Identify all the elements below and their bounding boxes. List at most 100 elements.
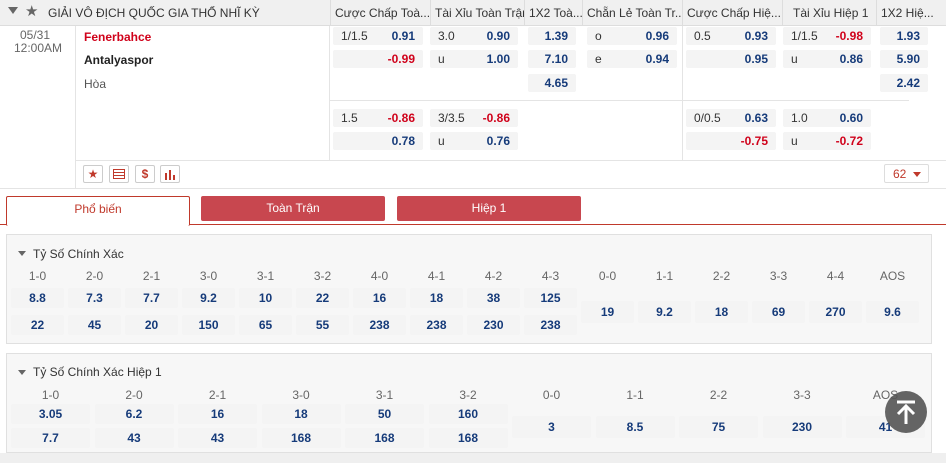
col-header-oe-ft: Chẵn Lẻ Toàn Tr... [582, 0, 682, 26]
score-header: 2-0 [125, 388, 143, 402]
odds-h1-hdp-home[interactable]: 0.5 0.93 [686, 27, 776, 45]
score-odds-cell[interactable]: 150 [182, 315, 235, 335]
home-team[interactable]: Fenerbahce [84, 30, 151, 44]
collapse-icon[interactable] [8, 7, 18, 14]
odds-hdp-home[interactable]: 1/1.5 0.91 [333, 27, 423, 45]
score-odds-cell[interactable]: 238 [410, 315, 463, 335]
score-odds-cell[interactable]: 19 [581, 301, 634, 323]
odds-hdp2-away[interactable]: 0.78 [333, 132, 423, 150]
score-odds-cell[interactable]: 8.8 [11, 288, 64, 308]
odds-h1-1x2-away[interactable]: 5.90 [880, 50, 928, 68]
score-odds-cell[interactable]: 18 [695, 301, 748, 323]
tab-first-half[interactable]: Hiệp 1 [397, 196, 581, 221]
score-odds-cell[interactable]: 6.2 [94, 404, 174, 424]
score-odds-cell[interactable]: 22 [296, 288, 349, 308]
score-odds-cell[interactable]: 10 [239, 288, 292, 308]
more-markets-count: 62 [893, 167, 907, 181]
score-header: 3-2 [313, 269, 332, 283]
score-odds-cell[interactable]: 7.7 [11, 428, 90, 448]
score-header: AOS [879, 269, 906, 283]
match-time: 12:00AM [14, 41, 63, 55]
stats-bar-icon[interactable] [160, 165, 180, 183]
score-odds-cell[interactable]: 20 [125, 315, 178, 335]
score-odds-cell[interactable]: 3.05 [11, 404, 90, 424]
star-icon[interactable]: ★ [25, 3, 38, 21]
scoreboard-icon[interactable] [109, 165, 129, 183]
favorite-star-icon[interactable]: ★ [83, 165, 103, 183]
odds-ou2-under[interactable]: u 0.76 [430, 132, 518, 150]
score-odds-cell[interactable]: 230 [467, 315, 520, 335]
dollar-icon[interactable]: $ [135, 165, 155, 183]
odds-oe-odd[interactable]: o 0.96 [587, 27, 677, 45]
score-header: 3-3 [793, 388, 811, 402]
score-odds-cell[interactable]: 7.7 [125, 288, 178, 308]
odds-oe-even[interactable]: e 0.94 [587, 50, 677, 68]
odds-ou-under[interactable]: u 1.00 [430, 50, 518, 68]
score-odds-cell[interactable]: 3 [512, 416, 591, 438]
odds-ou2-over[interactable]: 3/3.5 -0.86 [430, 109, 518, 127]
horizontal-scrollbar[interactable] [0, 453, 946, 463]
score-odds-cell[interactable]: 16 [353, 288, 406, 308]
odds-h1-hdp2-home[interactable]: 0/0.5 0.63 [686, 109, 776, 127]
score-odds-cell[interactable]: 125 [524, 288, 577, 308]
away-team[interactable]: Antalyaspor [84, 53, 153, 67]
odds-1x2-draw[interactable]: 4.65 [528, 74, 576, 92]
odds-h1-ou-over[interactable]: 1/1.5 -0.98 [783, 27, 871, 45]
score-odds-cell[interactable]: 168 [261, 428, 341, 448]
col-header-ou-ft: Tài Xỉu Toàn Trận [430, 0, 524, 26]
score-odds-cell[interactable]: 238 [524, 315, 577, 335]
odds-hdp-away[interactable]: -0.99 [333, 50, 423, 68]
odds-h1-ou2-under[interactable]: u -0.72 [783, 132, 871, 150]
score-odds-cell[interactable]: 160 [428, 404, 508, 424]
odds-h1-hdp-away[interactable]: 0.95 [686, 50, 776, 68]
score-odds-cell[interactable]: 69 [752, 301, 805, 323]
col-header-hdp-h1: Cược Chấp Hiệ... [682, 0, 782, 26]
score-odds-cell[interactable]: 38 [467, 288, 520, 308]
more-markets-button[interactable]: 62 [884, 164, 929, 183]
tab-popular[interactable]: Phổ biến [6, 196, 190, 226]
score-odds-cell[interactable]: 238 [353, 315, 406, 335]
score-header: 1-1 [655, 269, 674, 283]
score-odds-cell[interactable]: 75 [679, 416, 758, 438]
score-header: 3-1 [256, 269, 275, 283]
score-odds-cell[interactable]: 22 [11, 315, 64, 335]
score-header: 4-4 [826, 269, 845, 283]
odds-h1-ou-under[interactable]: u 0.86 [783, 50, 871, 68]
scroll-top-button[interactable] [885, 391, 927, 433]
score-odds-cell[interactable]: 43 [178, 428, 257, 448]
score-odds-cell[interactable]: 65 [239, 315, 292, 335]
score-odds-cell[interactable]: 43 [94, 428, 174, 448]
score-odds-cell[interactable]: 16 [178, 404, 257, 424]
score-header: 2-2 [709, 388, 728, 402]
odds-hdp2-home[interactable]: 1.5 -0.86 [333, 109, 423, 127]
odds-h1-hdp2-away[interactable]: -0.75 [686, 132, 776, 150]
score-odds-cell[interactable]: 9.2 [182, 288, 235, 308]
odds-1x2-away[interactable]: 7.10 [528, 50, 576, 68]
league-title: GIẢI VÔ ĐỊCH QUỐC GIA THỔ NHĨ KỲ [48, 6, 260, 20]
score-odds-cell[interactable]: 8.5 [595, 416, 675, 438]
score-odds-cell[interactable]: 55 [296, 315, 349, 335]
score-odds-cell[interactable]: 50 [345, 404, 424, 424]
odds-ou-over[interactable]: 3.0 0.90 [430, 27, 518, 45]
score-header: 3-1 [375, 388, 394, 402]
score-odds-cell[interactable]: 18 [261, 404, 341, 424]
score-header: 0-0 [542, 388, 561, 402]
odds-h1-1x2-draw[interactable]: 2.42 [880, 74, 928, 92]
arrow-up-icon [896, 400, 916, 424]
score-header: 2-2 [712, 269, 731, 283]
score-odds-cell[interactable]: 9.2 [638, 301, 691, 323]
tab-full-match[interactable]: Toàn Trận [201, 196, 385, 221]
odds-h1-1x2-home[interactable]: 1.93 [880, 27, 928, 45]
score-odds-cell[interactable]: 230 [762, 416, 842, 438]
score-odds-cell[interactable]: 45 [68, 315, 121, 335]
score-odds-cell[interactable]: 168 [428, 428, 508, 448]
score-odds-cell[interactable]: 9.6 [866, 301, 919, 323]
draw-label: Hòa [84, 77, 107, 91]
score-odds-cell[interactable]: 18 [410, 288, 463, 308]
score-header: 3-0 [292, 388, 310, 402]
score-odds-cell[interactable]: 7.3 [68, 288, 121, 308]
score-odds-cell[interactable]: 168 [345, 428, 424, 448]
odds-h1-ou2-over[interactable]: 1.0 0.60 [783, 109, 871, 127]
odds-1x2-home[interactable]: 1.39 [528, 27, 576, 45]
score-odds-cell[interactable]: 270 [809, 301, 862, 323]
